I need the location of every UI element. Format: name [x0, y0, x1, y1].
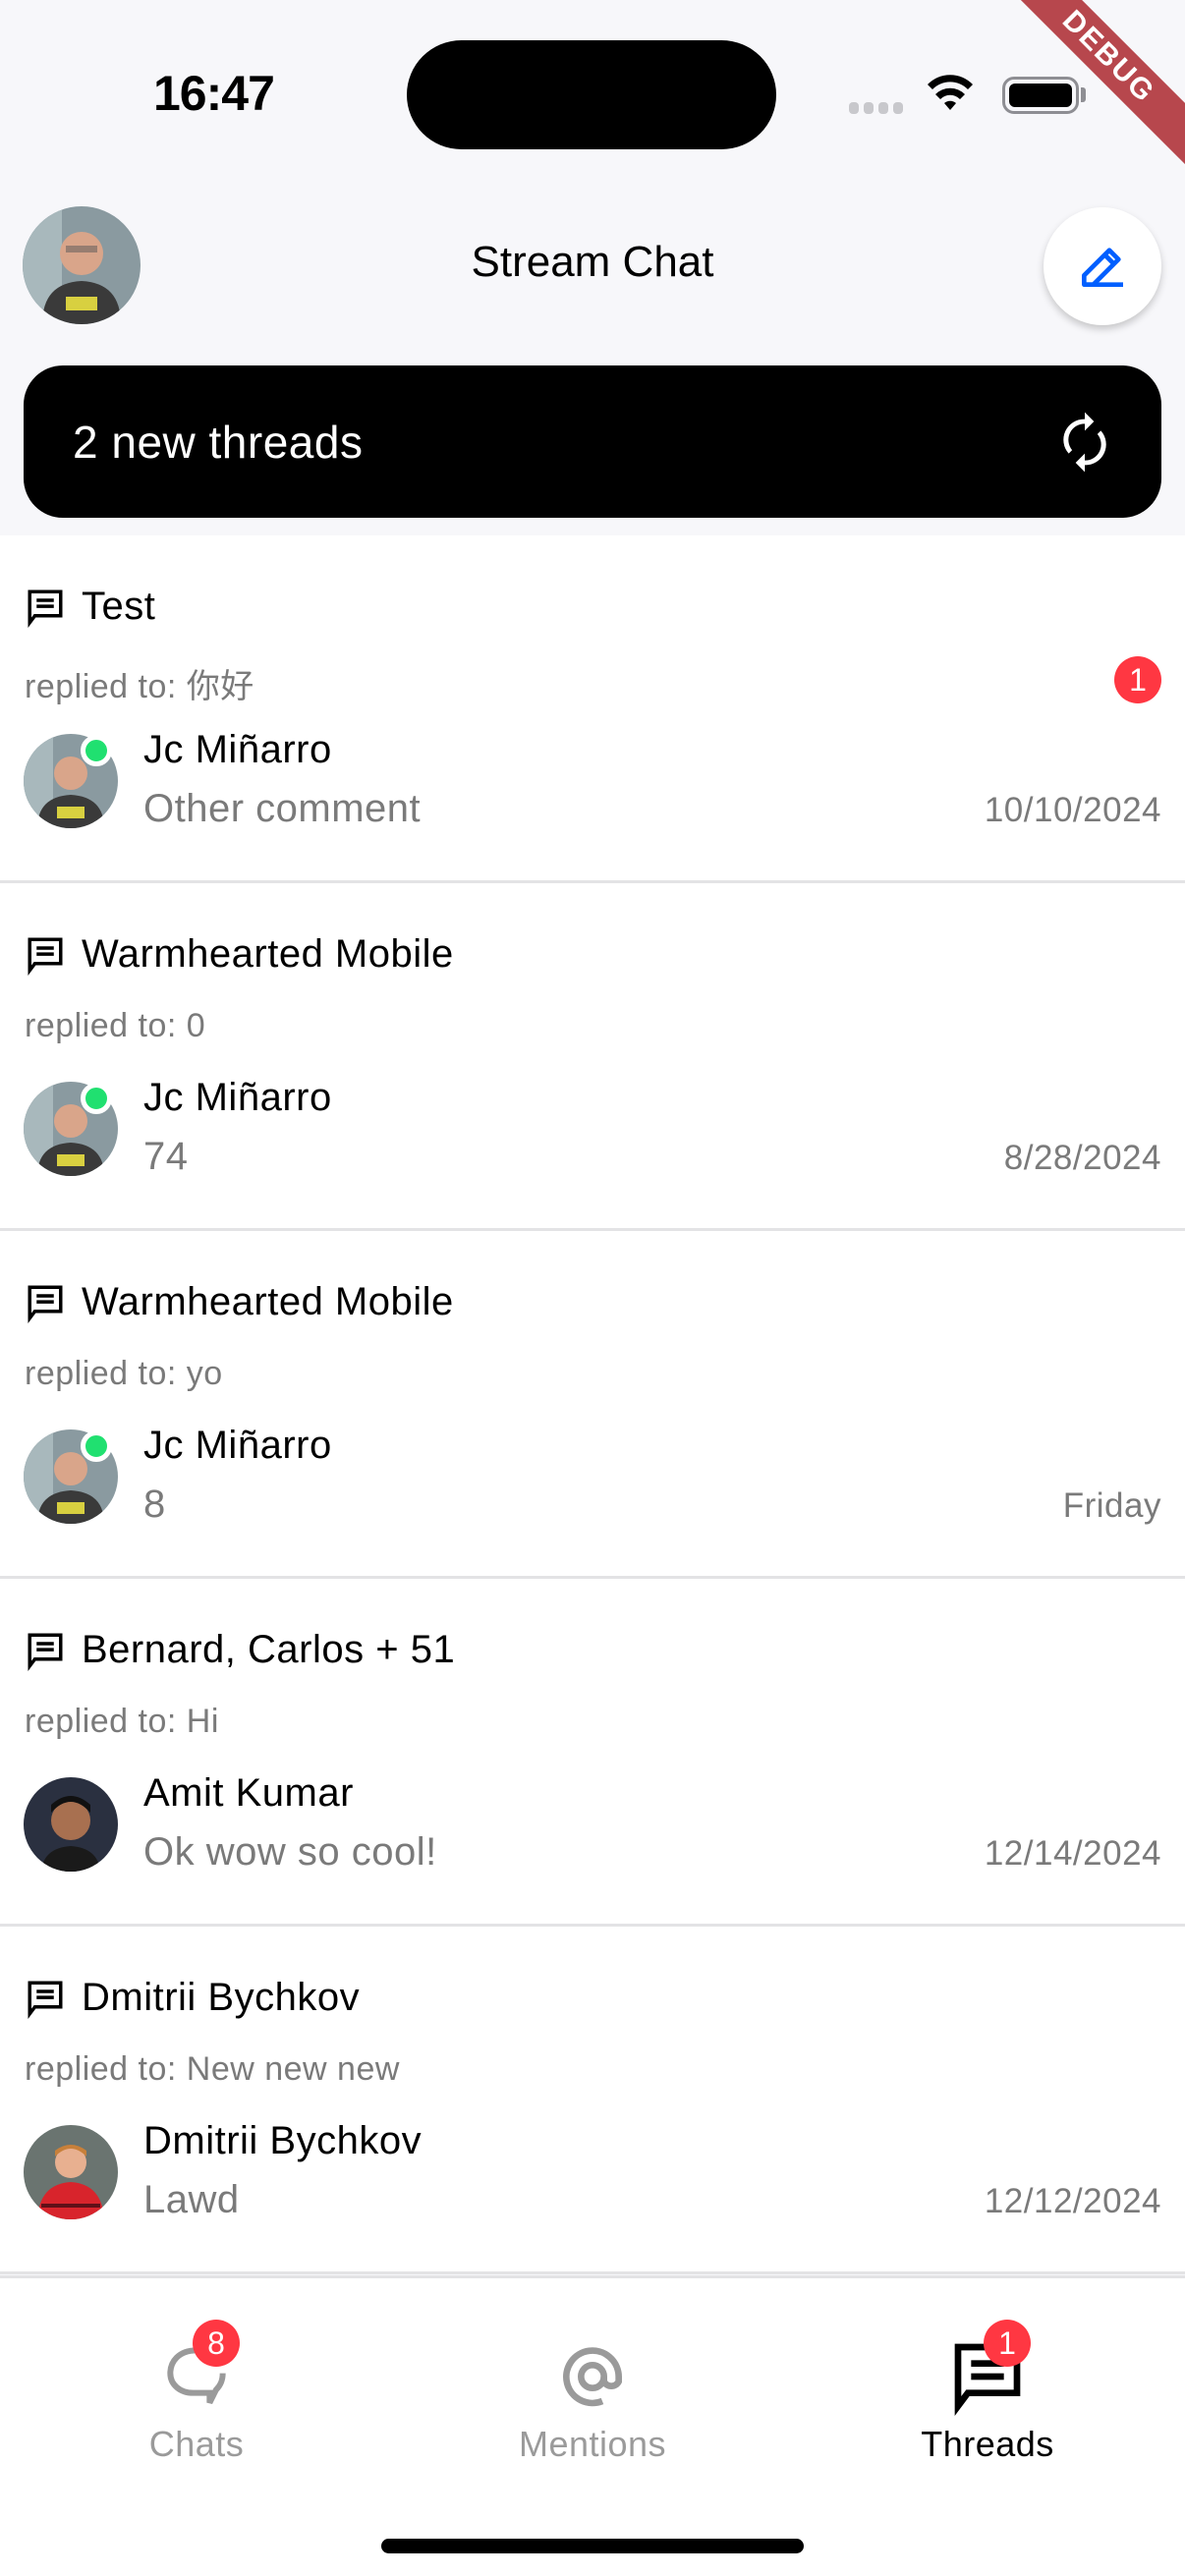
status-bar: 16:47 DEBUG: [0, 0, 1185, 187]
thread-title: Test: [82, 585, 156, 628]
message-preview: Other comment: [143, 787, 422, 830]
replied-to-text: replied to: yo: [25, 1355, 223, 1392]
page-title: Stream Chat: [471, 238, 714, 286]
tab-chats[interactable]: 8 Chats: [49, 2320, 344, 2465]
online-indicator: [81, 1430, 112, 1462]
author-name: Jc Miñarro: [143, 1424, 332, 1467]
thread-date: 12/14/2024: [984, 1834, 1161, 1873]
author-name: Jc Miñarro: [143, 728, 332, 771]
at-sign-icon: [563, 2347, 622, 2407]
thread-title-row: Test: [25, 585, 155, 629]
message-preview: Lawd: [143, 2178, 240, 2221]
wifi-icon: [928, 75, 973, 110]
replied-to-text: replied to: 你好: [25, 668, 254, 705]
author-avatar[interactable]: [24, 2125, 118, 2219]
tab-threads[interactable]: 1 Threads: [840, 2320, 1135, 2465]
thread-title: Bernard, Carlos + 51: [82, 1628, 456, 1671]
online-indicator: [81, 1083, 112, 1114]
online-indicator: [81, 735, 112, 766]
thread-title-row: Bernard, Carlos + 51: [25, 1628, 455, 1672]
thread-title-row: Dmitrii Bychkov: [25, 1976, 360, 2020]
thread-item[interactable]: Warmhearted Mobile replied to: 0 Jc Miña…: [0, 883, 1185, 1231]
new-threads-banner[interactable]: 2 new threads: [24, 365, 1161, 518]
thread-icon: [28, 937, 63, 976]
thread-title: Dmitrii Bychkov: [82, 1976, 361, 2019]
thread-date: 8/28/2024: [1003, 1139, 1161, 1177]
thread-item[interactable]: Test replied to: 你好 1 Jc Miñarro Other c…: [0, 535, 1185, 883]
thread-title: Warmhearted Mobile: [82, 932, 454, 976]
home-indicator: [381, 2539, 804, 2553]
author-name: Amit Kumar: [143, 1771, 354, 1815]
bottom-navigation: 8 Chats Mentions 1 Threads: [0, 2275, 1185, 2576]
threads-badge: 1: [984, 2320, 1031, 2367]
thread-date: Friday: [1062, 1486, 1161, 1525]
message-preview: Ok wow so cool!: [143, 1830, 437, 1874]
thread-item[interactable]: Bernard, Carlos + 51 replied to: Hi Amit…: [0, 1579, 1185, 1927]
replied-to-text: replied to: New new new: [25, 2050, 400, 2088]
unread-count-badge: 1: [1114, 656, 1161, 703]
thread-title-row: Warmhearted Mobile: [25, 932, 454, 977]
thread-icon: [28, 589, 63, 628]
tab-label: Mentions: [518, 2424, 667, 2464]
thread-title: Warmhearted Mobile: [82, 1280, 454, 1323]
message-preview: 8: [143, 1483, 166, 1526]
thread-date: 12/12/2024: [984, 2182, 1161, 2220]
author-name: Jc Miñarro: [143, 1076, 332, 1119]
dynamic-island: [407, 40, 776, 149]
author-name: Dmitrii Bychkov: [143, 2119, 423, 2162]
author-avatar[interactable]: [24, 1777, 118, 1872]
pencil-icon: [1082, 248, 1123, 287]
thread-icon: [28, 1633, 63, 1671]
replied-to-text: replied to: Hi: [25, 1703, 219, 1740]
thread-title-row: Warmhearted Mobile: [25, 1280, 454, 1324]
app-header: Stream Chat: [0, 187, 1185, 354]
compose-button[interactable]: [1044, 207, 1161, 325]
new-threads-text: 2 new threads: [73, 416, 364, 468]
message-preview: 74: [143, 1135, 189, 1178]
tab-label: Chats: [148, 2424, 245, 2464]
tab-label: Threads: [921, 2424, 1054, 2464]
thread-date: 10/10/2024: [984, 791, 1161, 829]
battery-tip: [1081, 87, 1086, 102]
thread-item[interactable]: Dmitrii Bychkov replied to: New new new …: [0, 1927, 1185, 2274]
refresh-icon[interactable]: [1057, 410, 1112, 475]
replied-to-text: replied to: 0: [25, 1007, 206, 1044]
tab-mentions[interactable]: Mentions: [445, 2337, 740, 2465]
thread-list: Test replied to: 你好 1 Jc Miñarro Other c…: [0, 535, 1185, 2274]
chats-badge: 8: [193, 2320, 240, 2367]
cellular-signal-icon: [849, 102, 903, 114]
thread-icon: [28, 1981, 63, 2019]
thread-icon: [28, 1285, 63, 1323]
thread-item[interactable]: Warmhearted Mobile replied to: yo Jc Miñ…: [0, 1231, 1185, 1579]
status-time: 16:47: [153, 66, 275, 121]
battery-icon: [1002, 77, 1079, 114]
